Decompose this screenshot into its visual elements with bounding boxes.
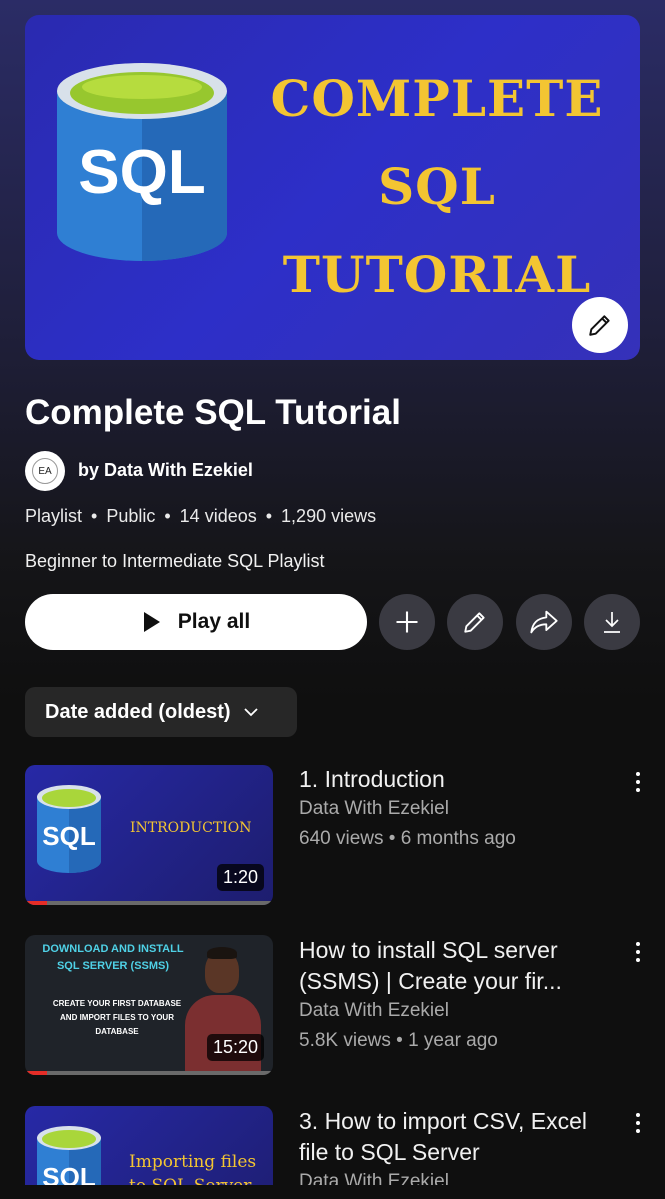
video-title-3[interactable]: 3. How to import CSV, Excel file to SQL … xyxy=(299,1106,619,1168)
add-to-playlist-button[interactable] xyxy=(379,594,435,650)
thumbnail-text: INTRODUCTION xyxy=(130,820,252,836)
thumbnail-title-line-3: TUTORIAL xyxy=(282,245,592,304)
video-duration: 1:20 xyxy=(216,864,264,891)
playlist-thumbnail[interactable]: SQL COMPLETE SQL TUTORIAL xyxy=(25,15,640,360)
sql-logo-text: SQL xyxy=(78,138,205,207)
video-meta-1: 640 views • 6 months ago xyxy=(299,828,516,849)
video-channel-1: Data With Ezekiel xyxy=(299,798,449,819)
playlist-visibility: Public xyxy=(106,506,156,526)
watch-progress-fill xyxy=(25,1071,48,1075)
bottom-navigation-bar[interactable] xyxy=(0,1185,665,1199)
video-thumbnail-1[interactable]: SQL INTRODUCTION 1:20 xyxy=(25,765,273,905)
pencil-icon xyxy=(589,315,610,336)
video-title-1[interactable]: 1. Introduction xyxy=(299,764,619,795)
share-button[interactable] xyxy=(516,594,572,650)
playlist-type: Playlist xyxy=(25,506,83,526)
playlist-title: Complete SQL Tutorial xyxy=(25,393,401,432)
more-options-button-1[interactable] xyxy=(628,767,648,797)
sql-database-logo: SQL xyxy=(37,785,101,873)
playlist-description: Beginner to Intermediate SQL Playlist xyxy=(25,551,325,571)
watch-progress-fill xyxy=(25,901,48,905)
thumbnail-title-line-2: SQL xyxy=(378,157,496,216)
video-duration: 15:20 xyxy=(206,1034,264,1061)
more-options-button-3[interactable] xyxy=(628,1108,648,1138)
playlist-video-count: 14 videos xyxy=(179,506,257,526)
thumbnail-heading: DOWNLOAD AND INSTALL SQL SERVER (SSMS) xyxy=(42,943,184,972)
thumbnail-title-line-1: COMPLETE xyxy=(270,69,604,128)
playlist-meta: Playlist • Public • 14 videos • 1,290 views xyxy=(25,506,377,526)
watch-progress-bar xyxy=(25,901,273,905)
thumbnail-title: COMPLETE SQL TUTORIAL xyxy=(257,55,617,319)
avatar-initials: EA xyxy=(32,458,58,484)
sort-label: Date added (oldest) xyxy=(45,700,231,723)
download-button[interactable] xyxy=(584,594,640,650)
plus-icon xyxy=(396,611,418,633)
avatar[interactable]: EA xyxy=(25,451,65,491)
video-title-2[interactable]: How to install SQL server (SSMS) | Creat… xyxy=(299,935,619,997)
edit-playlist-button[interactable] xyxy=(447,594,503,650)
watch-progress-bar xyxy=(25,1071,273,1075)
svg-text:SQL: SQL xyxy=(42,821,96,851)
playlist-views: 1,290 views xyxy=(281,506,377,526)
play-all-label: Play all xyxy=(177,610,251,633)
pencil-icon xyxy=(464,612,485,633)
share-icon xyxy=(530,610,558,634)
play-all-button[interactable]: Play all xyxy=(25,594,367,650)
video-channel-2: Data With Ezekiel xyxy=(299,1000,449,1021)
thumbnail-subtext: CREATE YOUR FIRST DATABASE AND IMPORT FI… xyxy=(52,999,182,1036)
sql-database-logo: SQL xyxy=(57,63,227,261)
play-icon xyxy=(143,612,160,632)
playlist-owner[interactable]: by Data With Ezekiel xyxy=(78,460,253,481)
chevron-down-icon xyxy=(243,708,258,717)
video-thumbnail-2[interactable]: DOWNLOAD AND INSTALL SQL SERVER (SSMS) C… xyxy=(25,935,273,1075)
more-options-button-2[interactable] xyxy=(628,937,648,967)
sort-dropdown[interactable]: Date added (oldest) xyxy=(25,687,297,737)
video-meta-2: 5.8K views • 1 year ago xyxy=(299,1030,498,1051)
download-icon xyxy=(604,612,620,633)
edit-thumbnail-button[interactable] xyxy=(572,297,628,353)
